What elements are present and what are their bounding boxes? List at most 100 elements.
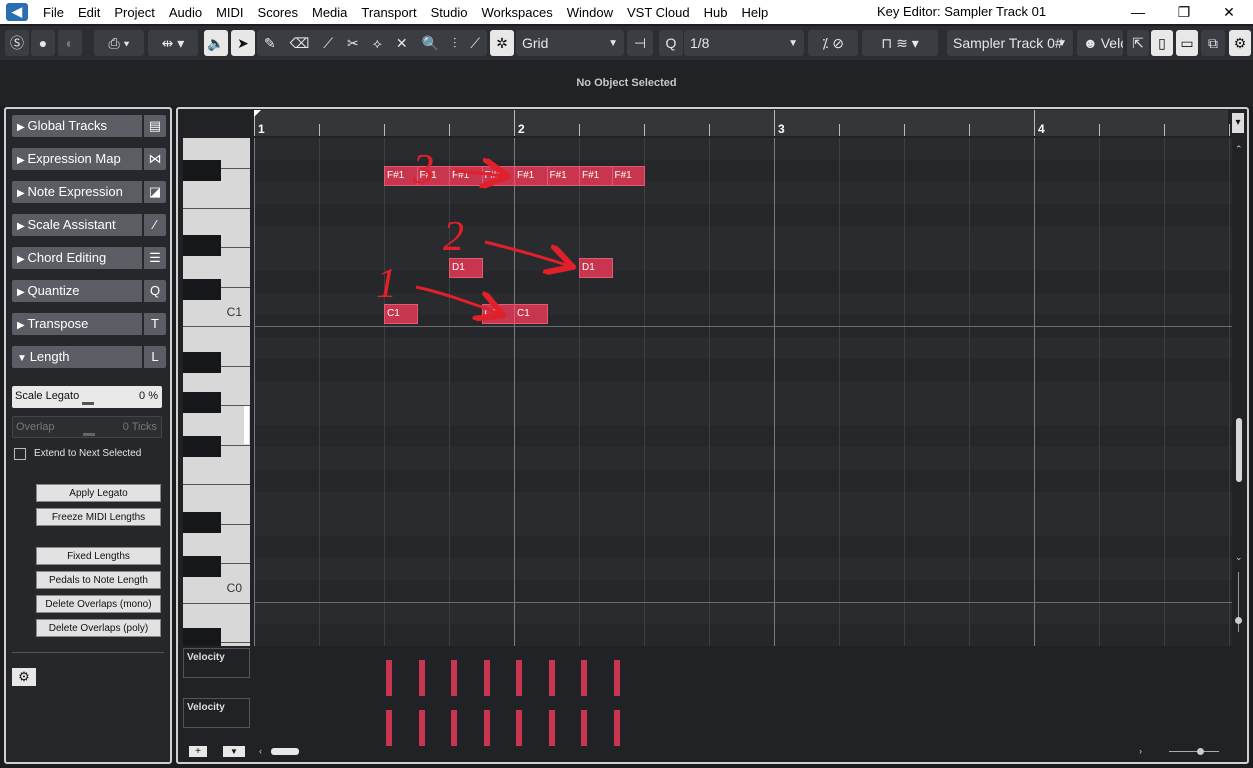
scroll-up-icon[interactable]: ⌃	[1235, 144, 1243, 155]
object-selection-tool-icon[interactable]: ➤	[231, 30, 255, 56]
section-transpose-label[interactable]: ▶ Transpose	[12, 313, 142, 335]
transpose-icon[interactable]: T	[144, 313, 166, 335]
quantize-settings-icon[interactable]: ⁒ ⊘	[808, 30, 858, 56]
midi-note[interactable]: F#1	[416, 166, 450, 186]
menu-help[interactable]: Help	[735, 5, 776, 20]
zoom-tool-icon[interactable]: 🔍	[421, 35, 438, 52]
chord-editing-icon[interactable]: ☰	[144, 247, 166, 269]
restore-button[interactable]: ❐	[1162, 0, 1206, 24]
menu-edit[interactable]: Edit	[71, 5, 107, 20]
fixed-lengths-button[interactable]: Fixed Lengths	[36, 547, 161, 565]
midi-note[interactable]: F#1	[514, 166, 548, 186]
expression-map-icon[interactable]: ⋈	[144, 148, 166, 170]
track-select[interactable]: Sampler Track 0# ▼	[947, 30, 1073, 56]
velocity-bar[interactable]	[581, 710, 587, 746]
left-zone-icon[interactable]: ▯	[1151, 30, 1173, 56]
window-layout-icon[interactable]: ⧉	[1201, 30, 1225, 56]
velocity-tab[interactable]: ☻Velo	[1077, 30, 1123, 56]
overlap-slider-icon[interactable]	[83, 433, 95, 436]
solo-editor-icon[interactable]: Ⓢ	[5, 30, 29, 56]
quantize-icon[interactable]: Q	[659, 30, 683, 56]
velocity-bar[interactable]	[516, 660, 522, 696]
scale-legato-field[interactable]: Scale Legato 0 %	[12, 386, 162, 408]
midi-note[interactable]: D1	[449, 258, 483, 278]
black-key[interactable]	[183, 556, 221, 577]
lane-presets-icon[interactable]: ▼	[223, 746, 245, 757]
midi-note[interactable]: F#1	[579, 166, 613, 186]
section-chord-editing[interactable]: ▶ Chord Editing ☰	[12, 247, 166, 269]
midi-note[interactable]: F#1	[481, 166, 515, 186]
midi-note[interactable]: F#1	[611, 166, 645, 186]
menu-file[interactable]: File	[36, 5, 71, 20]
cubase-logo-icon[interactable]: ◀	[6, 3, 28, 21]
section-scale-assistant-label[interactable]: ▶ Scale Assistant	[12, 214, 142, 236]
white-key[interactable]	[183, 207, 250, 209]
section-scale-assistant[interactable]: ▶ Scale Assistant ⁄	[12, 214, 166, 236]
section-length[interactable]: ▼ Length L	[12, 346, 166, 368]
lower-zone-icon[interactable]: ▭	[1176, 30, 1198, 56]
velocity-bar[interactable]	[613, 710, 620, 746]
edit-mode-icon[interactable]: ⊓ ≋ ▾	[862, 30, 938, 56]
velocity-lane-2[interactable]: Velocity	[183, 698, 1246, 746]
velocity-bar[interactable]	[418, 660, 425, 696]
white-key[interactable]	[183, 484, 250, 485]
glue-tool-icon[interactable]: ⟡	[373, 35, 382, 52]
velocity-bar[interactable]	[483, 660, 490, 696]
close-button[interactable]: ✕	[1207, 0, 1251, 24]
overlap-field[interactable]: Overlap 0 Ticks	[12, 416, 162, 438]
velocity-bar[interactable]	[516, 710, 522, 746]
menu-window[interactable]: Window	[560, 5, 620, 20]
black-key[interactable]	[183, 628, 221, 646]
menu-scores[interactable]: Scores	[251, 5, 305, 20]
velocity-bar[interactable]	[386, 660, 392, 696]
black-key[interactable]	[183, 235, 221, 256]
velocity-bar[interactable]	[613, 660, 620, 696]
snap-icon[interactable]: ✲	[490, 30, 514, 56]
note-expression-icon[interactable]: ◪	[144, 181, 166, 203]
velocity-bar[interactable]	[451, 660, 457, 696]
mute-tool-icon[interactable]: ✕	[396, 35, 408, 52]
midi-note[interactable]: D1	[579, 258, 613, 278]
delete-overlaps-mono--button[interactable]: Delete Overlaps (mono)	[36, 595, 161, 613]
scale-legato-slider-icon[interactable]	[82, 402, 94, 405]
snap-to-zero-icon[interactable]: ⊣	[627, 30, 653, 56]
ruler[interactable]: 1 2 3 4	[254, 110, 1230, 136]
section-quantize-label[interactable]: ▶ Quantize	[12, 280, 142, 302]
trim-tool-icon[interactable]: ⟋	[323, 35, 333, 52]
midi-note[interactable]: C1	[384, 304, 418, 324]
show-info-icon[interactable]: ⎙ ▾	[94, 30, 144, 56]
acoustic-feedback-icon[interactable]: ◐	[58, 30, 82, 56]
scroll-down-icon[interactable]: ⌄	[1235, 552, 1243, 563]
section-chord-editing-label[interactable]: ▶ Chord Editing	[12, 247, 142, 269]
midi-note[interactable]: F#1	[384, 166, 418, 186]
length-icon[interactable]: L	[144, 346, 166, 368]
velocity-bar[interactable]	[386, 710, 392, 746]
section-quantize[interactable]: ▶ Quantize Q	[12, 280, 166, 302]
velocity-bar[interactable]	[548, 710, 555, 746]
apply-legato-button[interactable]: Apply Legato	[36, 484, 161, 502]
add-lane-icon[interactable]: +	[189, 746, 207, 757]
vertical-scroll-thumb[interactable]	[1236, 418, 1242, 482]
black-key[interactable]	[183, 160, 221, 181]
velocity-bar[interactable]	[451, 710, 457, 746]
menu-transport[interactable]: Transport	[354, 5, 423, 20]
auto-scroll-icon[interactable]: ⇹ ▾	[148, 30, 198, 56]
section-length-label[interactable]: ▼ Length	[12, 346, 142, 368]
split-tool-icon[interactable]: ✂	[347, 35, 359, 52]
extend-checkbox[interactable]	[14, 448, 26, 460]
global-tracks-icon[interactable]: ▤	[144, 115, 166, 137]
section-note-expression[interactable]: ▶ Note Expression ◪	[12, 181, 166, 203]
scale-assistant-icon[interactable]: ⁄	[144, 214, 166, 236]
section-transpose[interactable]: ▶ Transpose T	[12, 313, 166, 335]
menu-workspaces[interactable]: Workspaces	[474, 5, 559, 20]
velocity-bar[interactable]	[548, 660, 555, 696]
section-expression-map[interactable]: ▶ Expression Map ⋈	[12, 148, 166, 170]
quantize-icon[interactable]: Q	[144, 280, 166, 302]
vertical-scrollbar[interactable]: ⌃ ⌄	[1232, 138, 1246, 646]
menu-hub[interactable]: Hub	[697, 5, 735, 20]
left-locator-icon[interactable]	[254, 110, 261, 117]
black-key[interactable]	[183, 392, 221, 413]
velocity-bar[interactable]	[418, 710, 425, 746]
menu-audio[interactable]: Audio	[162, 5, 209, 20]
horizontal-scroll-thumb[interactable]	[271, 748, 299, 755]
